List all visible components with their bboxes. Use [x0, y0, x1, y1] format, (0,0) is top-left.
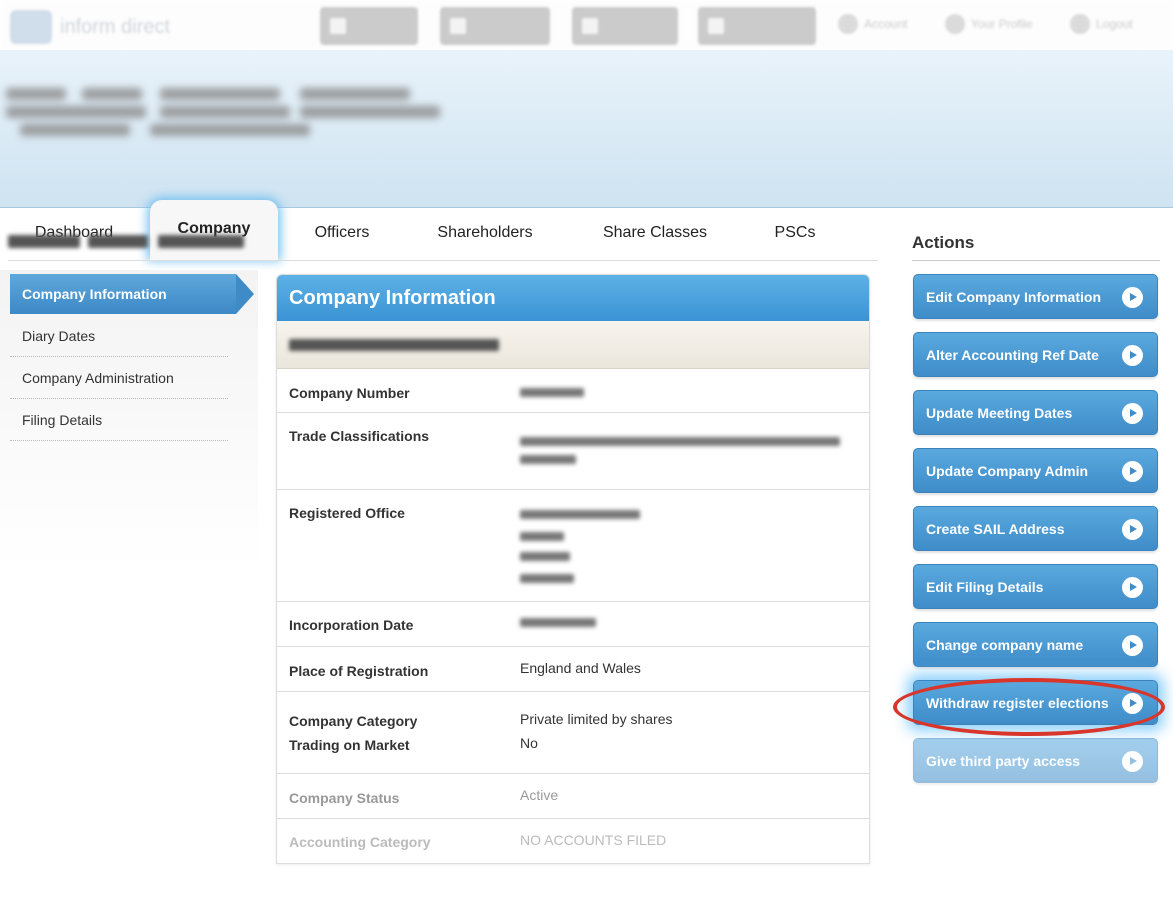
button-label: Give third party access [926, 752, 1081, 769]
top-nav-button[interactable] [572, 7, 678, 45]
sidebar-item-label: Diary Dates [22, 327, 96, 344]
field-label: Company Status [289, 790, 400, 806]
arrow-right-icon [1122, 577, 1143, 598]
field-label: Place of Registration [289, 663, 429, 679]
divider [912, 260, 1160, 261]
row-company-status: Company Status Active [277, 774, 869, 819]
edit-filing-details-button[interactable]: Edit Filing Details [913, 564, 1158, 609]
arrow-right-icon [1122, 461, 1143, 482]
account-icon [838, 14, 858, 34]
field-value: NO ACCOUNTS FILED [520, 832, 667, 848]
tab-pscs[interactable]: PSCs [745, 208, 845, 258]
redacted-company-title [0, 82, 440, 136]
tab-share-classes[interactable]: Share Classes [575, 208, 735, 258]
button-label: Edit Filing Details [926, 578, 1044, 595]
row-registered-office: Registered Office [277, 490, 869, 602]
button-label: Update Company Admin [926, 462, 1089, 479]
logout-link[interactable]: Logout [1070, 14, 1133, 34]
arrow-right-icon [1122, 345, 1143, 366]
sidebar-item-filing-details[interactable]: Filing Details [10, 399, 228, 441]
alter-accounting-ref-date-button[interactable]: Alter Accounting Ref Date [913, 332, 1158, 377]
update-company-admin-button[interactable]: Update Company Admin [913, 448, 1158, 493]
button-label: Edit Company Information [926, 288, 1101, 305]
arrow-right-icon [1122, 287, 1143, 308]
button-label: Create SAIL Address [926, 520, 1065, 537]
sidebar-item-company-information[interactable]: Company Information [10, 274, 254, 314]
account-link[interactable]: Account [838, 14, 907, 34]
top-nav-button[interactable] [320, 7, 418, 45]
button-label: Alter Accounting Ref Date [926, 346, 1099, 363]
field-value: Active [520, 787, 559, 803]
redacted-value [520, 618, 596, 627]
redacted-value [520, 455, 576, 464]
arrow-right-icon [1122, 693, 1143, 714]
panel-title: Company Information [277, 275, 869, 321]
sidebar-item-company-administration[interactable]: Company Administration [10, 357, 228, 399]
nav-icon [582, 18, 598, 34]
company-sidebar: Company Information Diary Dates Company … [0, 270, 258, 570]
arrow-right-icon [1122, 751, 1143, 772]
edit-company-information-button[interactable]: Edit Company Information [913, 274, 1158, 319]
company-header: Dashboard Company Officers Shareholders … [0, 50, 1173, 260]
field-label: Accounting Category [289, 834, 431, 850]
button-label: Update Meeting Dates [926, 404, 1073, 421]
button-label: Change company name [926, 636, 1084, 653]
sidebar-item-label: Company Administration [22, 369, 174, 386]
top-nav-button[interactable] [440, 7, 550, 45]
field-label: Trading on Market [289, 737, 410, 753]
redacted-value [520, 574, 574, 583]
field-label: Incorporation Date [289, 617, 414, 633]
field-label: Company Category [289, 713, 418, 729]
sidebar-item-label: Filing Details [22, 411, 103, 428]
company-information-panel: Company Information Company Number Trade… [276, 274, 870, 864]
logout-icon [1070, 14, 1090, 34]
button-label: Withdraw register elections [926, 694, 1109, 711]
row-incorporation-date: Incorporation Date [277, 602, 869, 647]
row-place-of-registration: Place of Registration England and Wales [277, 647, 869, 692]
nav-icon [708, 18, 724, 34]
arrow-right-icon [1122, 519, 1143, 540]
arrow-right-icon [1122, 635, 1143, 656]
profile-icon [945, 14, 965, 34]
give-third-party-access-button[interactable]: Give third party access [913, 738, 1158, 783]
logo-text: inform direct [60, 15, 171, 38]
redacted-value [520, 510, 640, 519]
field-label: Company Number [289, 385, 410, 401]
field-value: Private limited by shares [520, 711, 673, 727]
sidebar-item-label: Company Information [22, 286, 167, 302]
sidebar-item-diary-dates[interactable]: Diary Dates [10, 315, 228, 357]
row-accounting-category: Accounting Category NO ACCOUNTS FILED [277, 819, 869, 863]
row-trade-classifications: Trade Classifications [277, 413, 869, 490]
arrow-right-icon [1122, 403, 1143, 424]
row-company-number: Company Number [277, 369, 869, 413]
logo[interactable]: inform direct [10, 10, 170, 44]
redacted-value [520, 532, 564, 541]
actions-heading: Actions [912, 233, 975, 252]
field-label: Trade Classifications [289, 428, 430, 444]
redacted-value [520, 437, 840, 446]
field-value: England and Wales [520, 660, 641, 676]
redacted-value [520, 388, 584, 397]
top-nav-button[interactable] [698, 7, 816, 45]
divider [8, 260, 878, 261]
nav-icon [330, 18, 346, 34]
logo-icon [10, 10, 52, 44]
row-company-category: Company Category Private limited by shar… [277, 692, 869, 774]
profile-link[interactable]: Your Profile [945, 14, 1033, 34]
update-meeting-dates-button[interactable]: Update Meeting Dates [913, 390, 1158, 435]
create-sail-address-button[interactable]: Create SAIL Address [913, 506, 1158, 551]
top-bar: inform direct Account Your Profile Logou… [0, 0, 1173, 50]
redacted-company-name [8, 231, 440, 253]
field-label: Registered Office [289, 505, 405, 521]
field-value: No [520, 735, 538, 751]
change-company-name-button[interactable]: Change company name [913, 622, 1158, 667]
panel-company-name-redacted [277, 321, 869, 369]
nav-icon [450, 18, 466, 34]
withdraw-register-elections-button[interactable]: Withdraw register elections [913, 680, 1158, 725]
redacted-value [520, 552, 570, 561]
